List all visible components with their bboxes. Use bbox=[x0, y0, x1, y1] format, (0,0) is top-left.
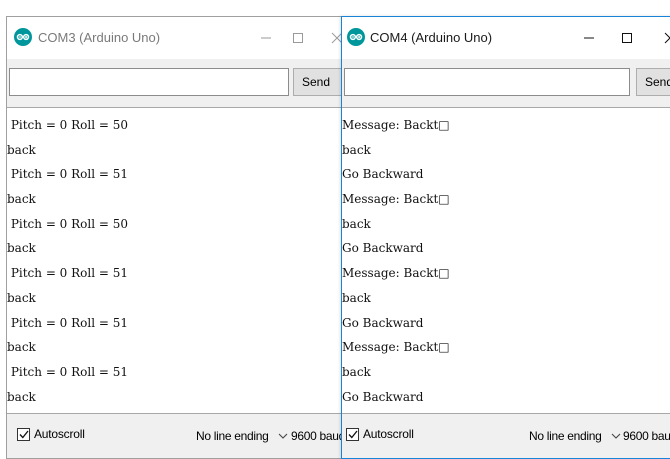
send-button[interactable]: Send bbox=[293, 68, 345, 96]
autoscroll-label: Autoscroll bbox=[34, 427, 85, 441]
send-input[interactable] bbox=[344, 68, 630, 96]
output-line: back bbox=[342, 290, 371, 305]
output-line: back bbox=[342, 364, 371, 379]
output-line: back bbox=[7, 340, 36, 355]
checkbox-box[interactable] bbox=[17, 427, 30, 441]
output-line: Go Backward bbox=[342, 167, 424, 182]
checkbox-box[interactable] bbox=[346, 427, 359, 441]
line-ending-value: No line ending bbox=[529, 429, 602, 443]
output-line: back bbox=[342, 142, 371, 157]
output-line: Pitch = 0 Roll = 50 bbox=[7, 216, 129, 231]
output-line: back bbox=[7, 389, 36, 404]
output-line: back bbox=[7, 192, 36, 207]
serial-monitor-window-com3[interactable]: COM3 (Arduino Uno) Send Pitch = 0 Roll =… bbox=[6, 16, 356, 459]
output-line: Pitch = 0 Roll = 51 bbox=[7, 315, 129, 330]
chevron-down-icon bbox=[611, 433, 620, 439]
send-toolbar: Send bbox=[7, 59, 356, 107]
baud-rate-select[interactable]: 9600 baud bbox=[291, 425, 345, 447]
arduino-icon bbox=[14, 28, 32, 46]
output-line: Message: Backt□ bbox=[342, 266, 450, 281]
maximize-icon bbox=[622, 33, 632, 43]
baud-rate-value: 9600 baud bbox=[291, 429, 346, 443]
output-line: back bbox=[7, 290, 36, 305]
minimize-icon bbox=[261, 37, 271, 39]
output-line: Pitch = 0 Roll = 51 bbox=[7, 364, 129, 379]
minimize-button[interactable] bbox=[580, 29, 598, 47]
output-line: Message: Backt□ bbox=[342, 118, 450, 132]
close-button[interactable] bbox=[661, 29, 670, 47]
maximize-button[interactable] bbox=[618, 29, 636, 47]
baud-rate-select[interactable]: 9600 baud bbox=[623, 425, 670, 447]
output-line: Message: Backt□ bbox=[342, 192, 450, 207]
baud-rate-value: 9600 baud bbox=[623, 429, 670, 443]
output-line: Pitch = 0 Roll = 51 bbox=[7, 266, 129, 281]
arduino-icon bbox=[347, 28, 365, 46]
output-line: back bbox=[7, 241, 36, 256]
output-line: Go Backward bbox=[342, 241, 424, 256]
serial-output[interactable]: Message: Backt□ back Go Backward Message… bbox=[342, 107, 670, 414]
send-button[interactable]: Send bbox=[636, 68, 670, 96]
send-toolbar: Send bbox=[342, 59, 670, 107]
line-ending-select[interactable]: No line ending bbox=[529, 425, 621, 447]
output-line: Go Backward bbox=[342, 389, 424, 404]
output-line: Pitch = 0 Roll = 51 bbox=[7, 167, 129, 182]
send-input[interactable] bbox=[9, 68, 289, 96]
line-ending-select[interactable]: No line ending bbox=[196, 425, 288, 447]
minimize-icon bbox=[584, 37, 594, 39]
maximize-button[interactable] bbox=[289, 29, 307, 47]
chevron-down-icon bbox=[278, 433, 287, 439]
output-line: back bbox=[342, 216, 371, 231]
status-footer: Autoscroll No line ending 9600 baud bbox=[342, 414, 670, 458]
serial-monitor-window-com4[interactable]: COM4 (Arduino Uno) Send Message: Backt□ … bbox=[341, 16, 670, 459]
title-bar[interactable]: COM4 (Arduino Uno) bbox=[342, 17, 670, 59]
close-icon bbox=[664, 32, 670, 44]
window-title: COM3 (Arduino Uno) bbox=[38, 30, 161, 45]
status-footer: Autoscroll No line ending 9600 baud bbox=[7, 414, 356, 458]
checkmark-icon bbox=[19, 430, 29, 438]
window-title: COM4 (Arduino Uno) bbox=[370, 30, 493, 45]
output-line: Pitch = 0 Roll = 50 bbox=[7, 118, 129, 132]
output-line: Go Backward bbox=[342, 315, 424, 330]
serial-output[interactable]: Pitch = 0 Roll = 50 back Pitch = 0 Roll … bbox=[7, 107, 356, 414]
output-line: Message: Backt□ bbox=[342, 340, 450, 355]
title-bar[interactable]: COM3 (Arduino Uno) bbox=[7, 17, 356, 59]
output-line: back bbox=[7, 142, 36, 157]
autoscroll-label: Autoscroll bbox=[363, 427, 414, 441]
maximize-icon bbox=[293, 33, 303, 43]
checkmark-icon bbox=[348, 430, 358, 438]
line-ending-value: No line ending bbox=[196, 429, 269, 443]
desktop: COM3 (Arduino Uno) Send Pitch = 0 Roll =… bbox=[0, 0, 670, 459]
autoscroll-checkbox[interactable]: Autoscroll bbox=[17, 427, 85, 441]
autoscroll-checkbox[interactable]: Autoscroll bbox=[346, 427, 414, 441]
minimize-button[interactable] bbox=[257, 29, 275, 47]
